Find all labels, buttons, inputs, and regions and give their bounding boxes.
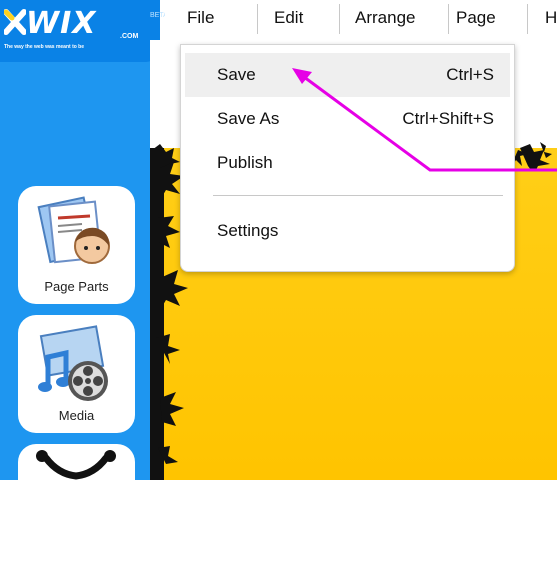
menu-item-save[interactable]: Save Ctrl+S	[185, 53, 510, 97]
menu-divider	[448, 4, 449, 34]
file-menu-dropdown: Save Ctrl+S Save As Ctrl+Shift+S Publish…	[180, 44, 515, 272]
menu-file[interactable]: File	[187, 0, 214, 36]
save-as-shortcut: Ctrl+Shift+S	[402, 109, 494, 128]
menu-bar: File Edit Arrange Page H	[165, 0, 557, 40]
page-parts-icon	[37, 196, 110, 264]
publish-label: Publish	[217, 153, 273, 172]
menu-separator	[213, 195, 503, 196]
media-button[interactable]: Media	[18, 315, 135, 433]
settings-label: Settings	[217, 221, 279, 240]
save-as-label: Save As	[217, 109, 280, 128]
page-parts-label: Page Parts	[44, 279, 109, 294]
menu-divider	[339, 4, 340, 34]
menu-edit[interactable]: Edit	[274, 0, 303, 36]
menu-item-settings[interactable]: Settings	[185, 209, 510, 253]
widgets-icon	[36, 450, 116, 480]
save-shortcut: Ctrl+S	[446, 65, 494, 84]
menu-divider	[257, 4, 258, 34]
menu-item-publish[interactable]: Publish	[185, 141, 510, 185]
logo-tagline: The way the web was meant to be	[4, 44, 85, 50]
page-parts-button[interactable]: Page Parts	[18, 186, 135, 304]
widgets-button[interactable]	[18, 444, 135, 562]
menu-arrange[interactable]: Arrange	[355, 0, 415, 36]
media-icon	[38, 325, 108, 401]
menu-page[interactable]: Page	[456, 0, 496, 36]
save-label: Save	[217, 65, 256, 84]
logo-text: WIX	[26, 6, 97, 41]
menu-item-save-as[interactable]: Save As Ctrl+Shift+S	[185, 97, 510, 141]
logo-com: .COM	[120, 33, 139, 40]
menu-divider	[527, 4, 528, 34]
media-label: Media	[58, 408, 95, 423]
wix-logo: WIX .COM BETA The way the web was meant …	[0, 0, 168, 62]
wix-x-icon	[4, 9, 26, 35]
menu-help[interactable]: H	[545, 0, 557, 36]
